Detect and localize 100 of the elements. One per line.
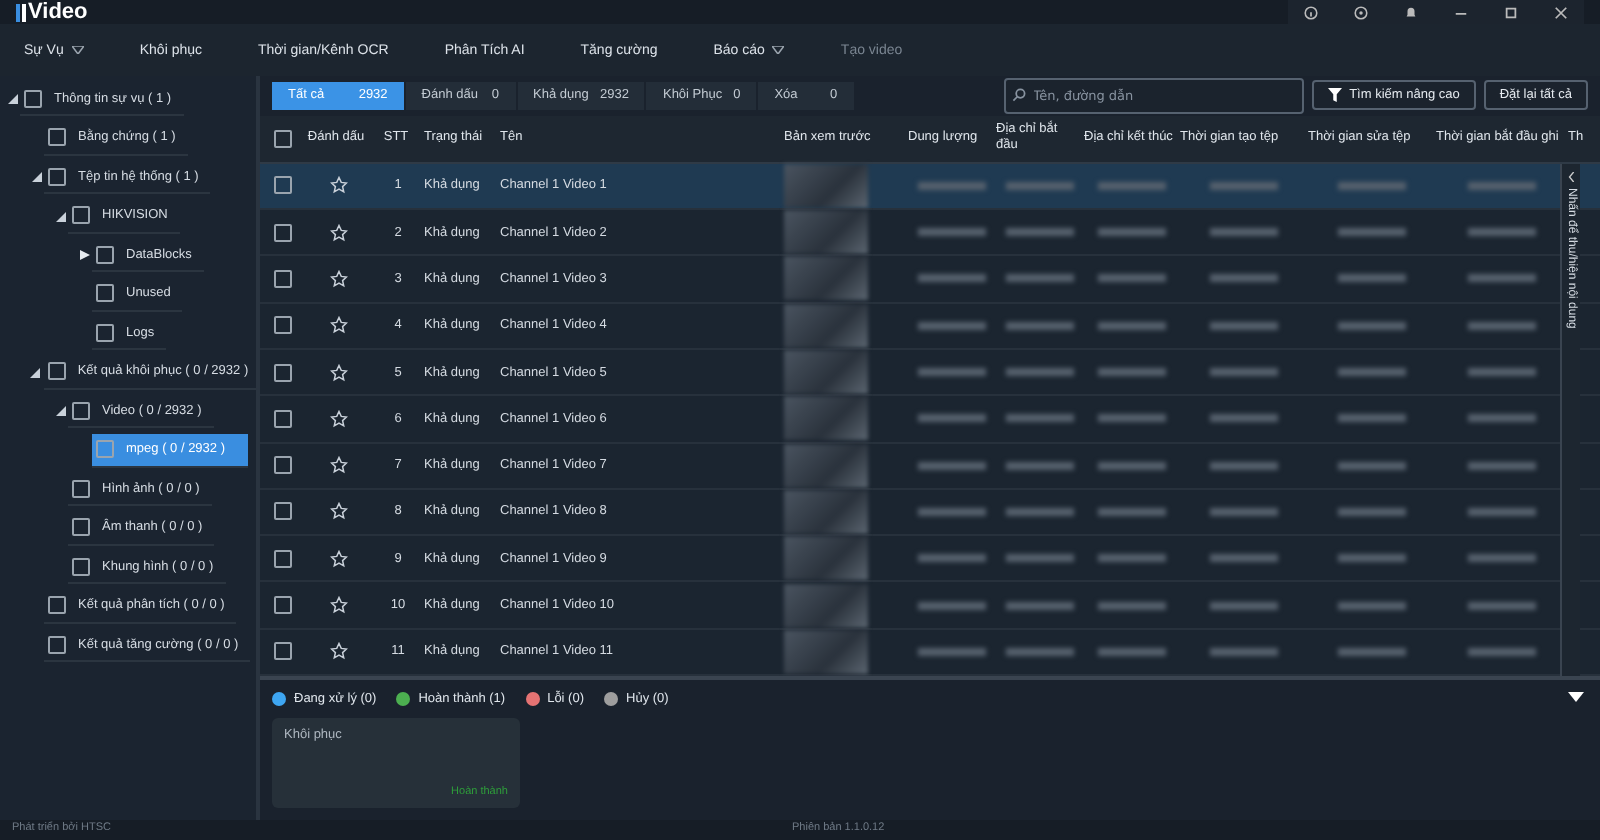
expanded-arrow-icon[interactable] (31, 172, 41, 183)
checkbox[interactable] (24, 89, 42, 108)
blurred-value (1098, 507, 1166, 516)
checkbox[interactable] (273, 409, 291, 428)
blurred-preview-placeholder (784, 396, 868, 441)
blurred-value (918, 181, 986, 190)
blurred-value (1006, 461, 1074, 470)
blurred-value (1468, 601, 1536, 610)
blurred-preview-placeholder (784, 350, 868, 395)
blurred-value (1338, 274, 1406, 283)
blurred-preview-placeholder (784, 443, 868, 488)
select-all-checkbox[interactable] (273, 129, 291, 148)
blurred-value (918, 321, 986, 330)
checkbox[interactable] (96, 323, 114, 342)
checkbox[interactable] (48, 128, 66, 147)
blurred-value (1468, 507, 1536, 516)
blurred-value (1210, 507, 1278, 516)
blurred-value (918, 507, 986, 516)
blurred-value (1006, 321, 1074, 330)
blurred-value (1338, 368, 1406, 377)
star-icon[interactable] (329, 363, 347, 382)
collapse-caret-icon[interactable] (1568, 692, 1584, 702)
star-icon[interactable] (329, 409, 347, 428)
blurred-value (1006, 228, 1074, 237)
search-icon (1011, 87, 1026, 102)
checkbox[interactable] (72, 479, 90, 498)
checkbox[interactable] (273, 316, 291, 335)
checkbox[interactable] (47, 362, 66, 381)
blurred-value (918, 554, 986, 563)
checkbox[interactable] (72, 401, 90, 420)
collapsed-arrow-icon[interactable] (79, 250, 89, 261)
star-icon[interactable] (329, 316, 347, 335)
blurred-preview-placeholder (784, 303, 868, 348)
blurred-value (1468, 368, 1536, 377)
blurred-value (1210, 647, 1278, 656)
checkbox[interactable] (96, 440, 114, 459)
checkbox[interactable] (273, 269, 291, 288)
blurred-value (1210, 228, 1278, 237)
blurred-value (1098, 228, 1166, 237)
checkbox[interactable] (48, 635, 66, 654)
expanded-arrow-icon[interactable] (55, 211, 65, 222)
star-icon[interactable] (329, 642, 347, 661)
checkbox[interactable] (273, 363, 291, 382)
checkbox[interactable] (96, 245, 114, 264)
blurred-value (1468, 274, 1536, 283)
checkbox[interactable] (273, 549, 291, 568)
checkbox[interactable] (273, 502, 291, 521)
star-icon[interactable] (329, 596, 347, 615)
blurred-value (1210, 321, 1278, 330)
blurred-value (1006, 414, 1074, 423)
blurred-value (1210, 274, 1278, 283)
checkbox[interactable] (273, 456, 291, 475)
checkbox[interactable] (48, 167, 66, 186)
blurred-value (1468, 647, 1536, 656)
star-icon[interactable] (329, 176, 347, 195)
star-icon[interactable] (329, 223, 347, 242)
blurred-value (1006, 368, 1074, 377)
checkbox[interactable] (273, 596, 291, 615)
blurred-value (918, 647, 986, 656)
star-icon[interactable] (329, 269, 347, 288)
checkbox[interactable] (48, 596, 66, 615)
expanded-arrow-icon[interactable] (30, 367, 41, 378)
blurred-value (1006, 507, 1074, 516)
close-icon[interactable] (1554, 5, 1568, 19)
checkbox[interactable] (72, 557, 90, 576)
blurred-value (1006, 181, 1074, 190)
blurred-preview-placeholder (784, 536, 868, 581)
checkbox[interactable] (96, 284, 114, 303)
chevron-left-icon (1567, 171, 1575, 182)
blurred-value (1006, 554, 1074, 563)
info-icon[interactable] (1304, 5, 1318, 19)
star-icon[interactable] (329, 502, 347, 521)
checkbox[interactable] (273, 642, 291, 661)
blurred-preview-placeholder (784, 163, 868, 208)
filter-icon (1327, 88, 1342, 103)
blurred-value (1338, 461, 1406, 470)
blurred-value (1098, 461, 1166, 470)
window-title: Video (28, 0, 88, 24)
blurred-value (1098, 601, 1166, 610)
blurred-value (1338, 181, 1406, 190)
blurred-value (1006, 647, 1074, 656)
checkbox[interactable] (72, 518, 90, 537)
expanded-arrow-icon[interactable] (7, 94, 17, 105)
blurred-value (1338, 321, 1406, 330)
blurred-value (1210, 601, 1278, 610)
settings-icon[interactable] (1354, 5, 1368, 19)
checkbox[interactable] (72, 206, 90, 225)
maximize-icon[interactable] (1504, 5, 1518, 19)
expanded-arrow-icon[interactable] (55, 406, 65, 417)
blurred-value (1210, 368, 1278, 377)
star-icon[interactable] (329, 456, 347, 475)
blurred-value (1468, 228, 1536, 237)
logo-icon (16, 3, 26, 21)
blurred-preview-placeholder (784, 583, 868, 628)
checkbox[interactable] (273, 223, 291, 242)
blurred-preview-placeholder (784, 629, 868, 674)
checkbox[interactable] (273, 176, 291, 195)
star-icon[interactable] (329, 549, 347, 568)
blurred-value (1338, 601, 1406, 610)
bell-icon[interactable] (1404, 5, 1418, 19)
